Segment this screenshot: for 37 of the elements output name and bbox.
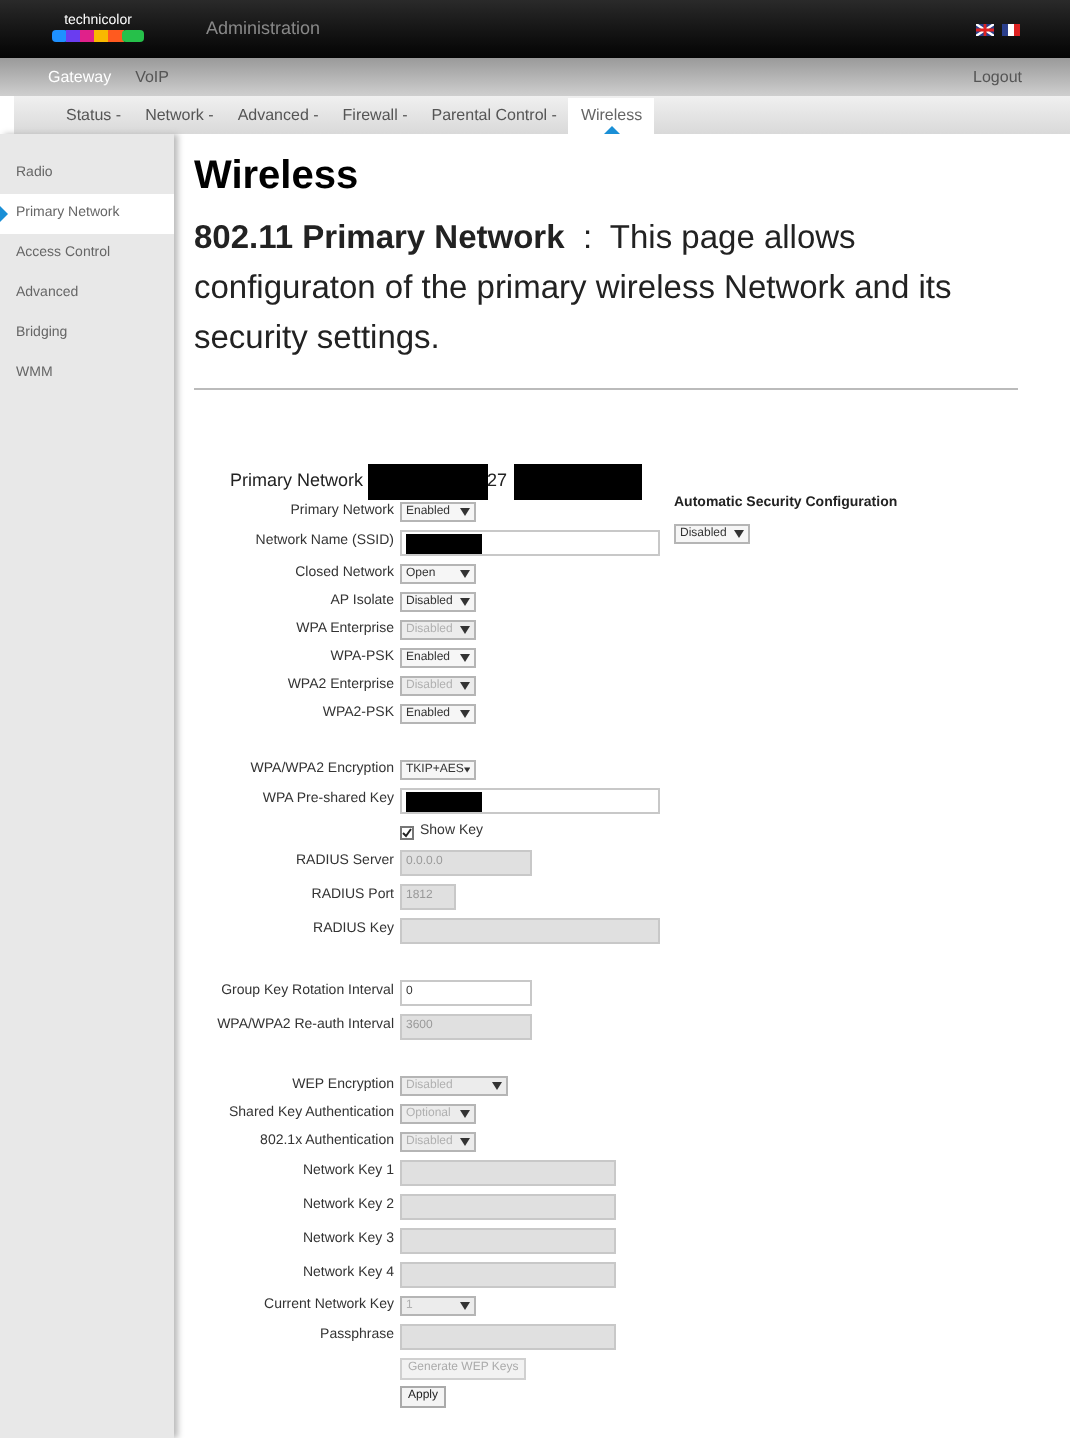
nav-tab[interactable]: Network - [133,98,226,134]
input-field[interactable] [400,530,660,556]
header-title: Administration [206,15,321,42]
caret-icon [460,598,470,606]
section-title: Primary Network [230,468,364,495]
caret-icon [460,1302,470,1310]
nav-tab[interactable]: Parental Control - [419,98,569,134]
caret-icon [460,1138,470,1146]
redaction-bar [513,464,642,500]
nav-tab[interactable]: Status - [54,98,134,134]
input-field[interactable] [400,788,660,814]
logout-link[interactable]: Logout [973,65,1022,89]
caret-icon [460,682,470,690]
caret-icon [463,766,470,774]
french-flag-icon[interactable] [1002,23,1020,35]
caret-icon [492,1082,502,1090]
section-title: 27 [487,468,508,495]
top-nav-link[interactable]: VoIP [135,65,169,89]
nav-tab[interactable]: Firewall - [330,98,420,134]
rainbow-logo-icon [52,28,144,44]
caret-icon [460,508,470,516]
caret-icon [460,710,470,718]
caret-icon [460,626,470,634]
selected-item-pointer [0,206,8,222]
caret-icon [460,570,470,578]
caret-icon [460,654,470,662]
caret-icon [460,1110,470,1118]
nav-tab[interactable]: Wireless [568,98,655,134]
checkbox[interactable] [400,825,414,839]
page-description: 802.11 Primary Network : This page allows configuraton of the primary wireless Network and its security settings. [194,218,954,360]
nav-tab[interactable]: Advanced - [225,98,331,134]
caret-icon [734,529,744,537]
redaction-bar [367,464,488,500]
selected-tab-pointer [603,126,620,134]
checkmark-icon [402,827,412,837]
uk-flag-icon[interactable] [976,23,994,35]
page-title: Wireless [194,152,361,202]
